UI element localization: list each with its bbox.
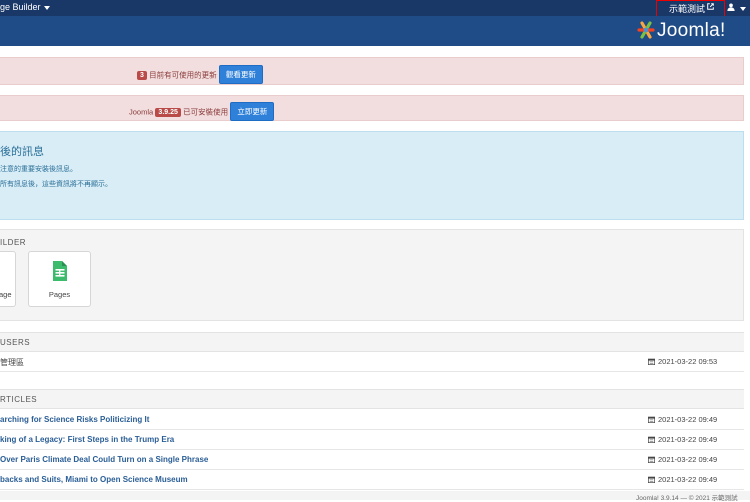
logged-in-users-header: USERS bbox=[0, 332, 744, 352]
joomla-update-alert: Joomla 3.9.25 已可安裝使用 立即更新 bbox=[0, 95, 744, 121]
admin-header: Joomla! bbox=[0, 16, 750, 46]
admin-topbar: ge Builder 示範測試 bbox=[0, 0, 750, 20]
page-builder-menu[interactable]: ge Builder bbox=[0, 2, 50, 12]
joomla-update-text: 已可安裝使用 bbox=[183, 107, 229, 117]
site-name: 示範測試 bbox=[669, 4, 706, 14]
new-page-tile-label: age bbox=[0, 290, 12, 299]
pages-document-icon bbox=[53, 261, 67, 281]
article-link[interactable]: king of a Legacy: First Steps in the Tru… bbox=[0, 435, 174, 444]
calendar-icon bbox=[648, 436, 655, 443]
joomla-update-prefix: Joomla bbox=[129, 107, 154, 117]
article-date: 2021-03-22 09:49 bbox=[648, 435, 717, 444]
calendar-icon bbox=[648, 476, 655, 483]
page-builder-panel: ILDER age Pages bbox=[0, 229, 744, 321]
table-row: Over Paris Climate Deal Could Turn on a … bbox=[0, 450, 744, 470]
user-icon[interactable] bbox=[727, 3, 735, 11]
post-install-line-1: 注意的重要安裝後訊息。 bbox=[0, 166, 77, 173]
joomla-logo-text: Joomla! bbox=[657, 20, 726, 41]
calendar-icon bbox=[648, 456, 655, 463]
user-date-text: 2021-03-22 09:53 bbox=[658, 357, 718, 366]
pages-tile-label: Pages bbox=[48, 290, 71, 299]
version-badge: 3.9.25 bbox=[155, 108, 181, 117]
calendar-icon bbox=[648, 358, 655, 365]
article-date: 2021-03-22 09:49 bbox=[648, 475, 717, 484]
articles-title: RTICLES bbox=[0, 395, 38, 404]
updates-count-badge: 3 bbox=[137, 71, 147, 80]
view-updates-button[interactable]: 觀看更新 bbox=[218, 65, 263, 84]
post-install-title: 後的訊息 bbox=[0, 146, 44, 158]
page-builder-title: ILDER bbox=[0, 238, 27, 247]
updates-available-text: 目前有可使用的更新 bbox=[149, 70, 217, 80]
article-date-text: 2021-03-22 09:49 bbox=[658, 455, 718, 464]
logged-in-users-title: USERS bbox=[0, 338, 31, 347]
chevron-down-icon bbox=[43, 5, 50, 10]
article-date-text: 2021-03-22 09:49 bbox=[658, 435, 718, 444]
article-link[interactable]: Over Paris Climate Deal Could Turn on a … bbox=[0, 455, 208, 464]
external-link-icon bbox=[707, 3, 714, 10]
table-row: king of a Legacy: First Steps in the Tru… bbox=[0, 430, 744, 450]
articles-header: RTICLES bbox=[0, 389, 744, 409]
user-menu-chevron-icon[interactable] bbox=[740, 7, 746, 11]
article-link[interactable]: backs and Suits, Miami to Open Science M… bbox=[0, 475, 188, 484]
admin-footer: Joomla! 3.9.14 — © 2021 示範測試 bbox=[0, 491, 750, 502]
user-date: 2021-03-22 09:53 bbox=[648, 357, 717, 366]
article-date: 2021-03-22 09:49 bbox=[648, 415, 717, 424]
table-row: backs and Suits, Miami to Open Science M… bbox=[0, 470, 744, 490]
new-page-tile[interactable]: age bbox=[0, 251, 16, 307]
article-date-text: 2021-03-22 09:49 bbox=[658, 415, 718, 424]
page-builder-menu-label: ge Builder bbox=[0, 2, 41, 12]
article-date-text: 2021-03-22 09:49 bbox=[658, 475, 718, 484]
footer-copyright: Joomla! 3.9.14 — © 2021 示範測試 bbox=[636, 495, 738, 502]
table-row: 管理區 2021-03-22 09:53 bbox=[0, 352, 744, 372]
joomla-logo-icon bbox=[637, 21, 655, 39]
calendar-icon bbox=[648, 416, 655, 423]
pages-tile[interactable]: Pages bbox=[28, 251, 91, 307]
extensions-update-alert: 3 目前有可使用的更新 觀看更新 bbox=[0, 57, 744, 85]
update-now-button[interactable]: 立即更新 bbox=[230, 102, 275, 121]
user-name[interactable]: 管理區 bbox=[0, 357, 24, 368]
article-link[interactable]: arching for Science Risks Politicizing I… bbox=[0, 415, 149, 424]
post-install-line-2: 所有訊息後，這些資訊將不再顯示。 bbox=[0, 181, 112, 188]
article-date: 2021-03-22 09:49 bbox=[648, 455, 717, 464]
post-install-messages: 後的訊息 注意的重要安裝後訊息。 所有訊息後，這些資訊將不再顯示。 bbox=[0, 131, 744, 220]
table-row: arching for Science Risks Politicizing I… bbox=[0, 410, 744, 430]
